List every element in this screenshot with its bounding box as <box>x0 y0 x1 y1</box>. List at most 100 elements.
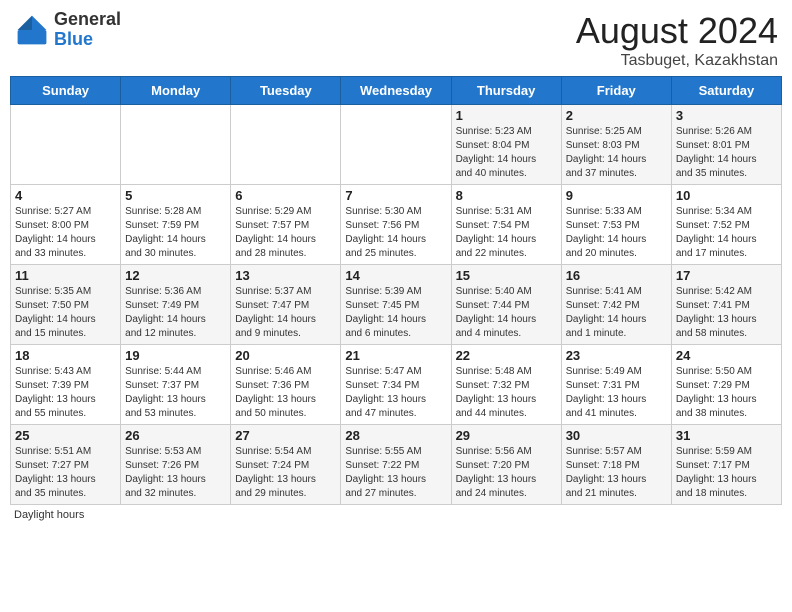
logo-blue-text: Blue <box>54 30 121 50</box>
logo-text: General Blue <box>54 10 121 50</box>
calendar-cell-w2-d4: 7Sunrise: 5:30 AMSunset: 7:56 PMDaylight… <box>341 185 451 265</box>
day-number: 14 <box>345 268 446 283</box>
day-info: Sunrise: 5:51 AMSunset: 7:27 PMDaylight:… <box>15 445 116 501</box>
calendar-cell-w4-d3: 20Sunrise: 5:46 AMSunset: 7:36 PMDayligh… <box>231 345 341 425</box>
calendar-cell-w3-d4: 14 Sunrise: 5:39 AMSunset: 7:45 PMDayligh… <box>341 265 451 345</box>
col-tuesday: Tuesday <box>231 77 341 105</box>
day-number: 4 <box>15 188 116 203</box>
day-info: Sunrise: 5:33 AMSunset: 7:53 PMDaylight:… <box>566 205 667 261</box>
day-info: Sunrise: 5:43 AMSunset: 7:39 PMDaylight:… <box>15 365 116 421</box>
day-number: 6 <box>235 188 336 203</box>
page-header: General Blue August 2024 Tasbuget, Kazak… <box>10 10 782 70</box>
day-number: 9 <box>566 188 667 203</box>
day-number: 12 <box>125 268 226 283</box>
day-number: 8 <box>456 188 557 203</box>
day-number: 29 <box>456 428 557 443</box>
day-number: 17 <box>676 268 777 283</box>
col-sunday: Sunday <box>11 77 121 105</box>
day-number: 24 <box>676 348 777 363</box>
calendar-week-1: 1Sunrise: 5:23 AMSunset: 8:04 PMDaylight… <box>11 105 782 185</box>
calendar-cell-w3-d2: 12 Sunrise: 5:36 AMSunset: 7:49 PMDayligh… <box>121 265 231 345</box>
day-number: 13 <box>235 268 336 283</box>
day-info: Sunrise: 5:39 AMSunset: 7:45 PMDaylight:… <box>345 285 446 341</box>
day-number: 23 <box>566 348 667 363</box>
day-info: Sunrise: 5:41 AMSunset: 7:42 PMDaylight:… <box>566 285 667 341</box>
daylight-label: Daylight hours <box>14 509 84 521</box>
day-info: Sunrise: 5:56 AMSunset: 7:20 PMDaylight:… <box>456 445 557 501</box>
day-info: Sunrise: 5:25 AMSunset: 8:03 PMDaylight:… <box>566 125 667 181</box>
calendar-cell-w3-d5: 15Sunrise: 5:40 AMSunset: 7:44 PMDayligh… <box>451 265 561 345</box>
calendar-cell-w3-d6: 16 Sunrise: 5:41 AMSunset: 7:42 PMDayligh… <box>561 265 671 345</box>
day-number: 10 <box>676 188 777 203</box>
day-info: Sunrise: 5:46 AMSunset: 7:36 PMDaylight:… <box>235 365 336 421</box>
day-info: Sunrise: 5:54 AMSunset: 7:24 PMDaylight:… <box>235 445 336 501</box>
calendar-cell-w5-d3: 27Sunrise: 5:54 AMSunset: 7:24 PMDayligh… <box>231 425 341 505</box>
col-saturday: Saturday <box>671 77 781 105</box>
calendar-cell-w5-d7: 31 Sunrise: 5:59 AMSunset: 7:17 PMDayligh… <box>671 425 781 505</box>
footer: Daylight hours <box>10 509 782 521</box>
day-info: Sunrise: 5:37 AMSunset: 7:47 PMDaylight:… <box>235 285 336 341</box>
calendar-cell-w1-d5: 1Sunrise: 5:23 AMSunset: 8:04 PMDaylight… <box>451 105 561 185</box>
day-number: 22 <box>456 348 557 363</box>
day-info: Sunrise: 5:28 AMSunset: 7:59 PMDaylight:… <box>125 205 226 261</box>
day-info: Sunrise: 5:47 AMSunset: 7:34 PMDaylight:… <box>345 365 446 421</box>
day-info: Sunrise: 5:55 AMSunset: 7:22 PMDaylight:… <box>345 445 446 501</box>
calendar-title: August 2024 <box>576 10 778 52</box>
day-number: 1 <box>456 108 557 123</box>
day-info: Sunrise: 5:48 AMSunset: 7:32 PMDaylight:… <box>456 365 557 421</box>
calendar-cell-w4-d2: 19Sunrise: 5:44 AMSunset: 7:37 PMDayligh… <box>121 345 231 425</box>
day-info: Sunrise: 5:35 AMSunset: 7:50 PMDaylight:… <box>15 285 116 341</box>
day-number: 16 <box>566 268 667 283</box>
day-info: Sunrise: 5:36 AMSunset: 7:49 PMDaylight:… <box>125 285 226 341</box>
day-number: 11 <box>15 268 116 283</box>
calendar-cell-w4-d4: 21Sunrise: 5:47 AMSunset: 7:34 PMDayligh… <box>341 345 451 425</box>
calendar-cell-w3-d7: 17Sunrise: 5:42 AMSunset: 7:41 PMDayligh… <box>671 265 781 345</box>
day-info: Sunrise: 5:59 AMSunset: 7:17 PMDaylight:… <box>676 445 777 501</box>
day-info: Sunrise: 5:49 AMSunset: 7:31 PMDaylight:… <box>566 365 667 421</box>
calendar-cell-w1-d1 <box>11 105 121 185</box>
logo: General Blue <box>14 10 121 50</box>
calendar-cell-w4-d6: 23 Sunrise: 5:49 AMSunset: 7:31 PMDayligh… <box>561 345 671 425</box>
calendar-week-4: 18Sunrise: 5:43 AMSunset: 7:39 PMDayligh… <box>11 345 782 425</box>
calendar-cell-w5-d1: 25 Sunrise: 5:51 AMSunset: 7:27 PMDayligh… <box>11 425 121 505</box>
calendar-cell-w1-d6: 2 Sunrise: 5:25 AMSunset: 8:03 PMDaylight… <box>561 105 671 185</box>
col-wednesday: Wednesday <box>341 77 451 105</box>
calendar-cell-w2-d5: 8 Sunrise: 5:31 AMSunset: 7:54 PMDaylight… <box>451 185 561 265</box>
calendar-week-3: 11 Sunrise: 5:35 AMSunset: 7:50 PMDayligh… <box>11 265 782 345</box>
calendar-cell-w5-d5: 29 Sunrise: 5:56 AMSunset: 7:20 PMDayligh… <box>451 425 561 505</box>
day-number: 19 <box>125 348 226 363</box>
day-info: Sunrise: 5:27 AMSunset: 8:00 PMDaylight:… <box>15 205 116 261</box>
calendar-cell-w2-d3: 6 Sunrise: 5:29 AMSunset: 7:57 PMDaylight… <box>231 185 341 265</box>
calendar-cell-w2-d2: 5 Sunrise: 5:28 AMSunset: 7:59 PMDaylight… <box>121 185 231 265</box>
calendar-cell-w1-d3 <box>231 105 341 185</box>
calendar-cell-w5-d6: 30 Sunrise: 5:57 AMSunset: 7:18 PMDayligh… <box>561 425 671 505</box>
day-info: Sunrise: 5:57 AMSunset: 7:18 PMDaylight:… <box>566 445 667 501</box>
calendar-cell-w5-d2: 26Sunrise: 5:53 AMSunset: 7:26 PMDayligh… <box>121 425 231 505</box>
day-info: Sunrise: 5:50 AMSunset: 7:29 PMDaylight:… <box>676 365 777 421</box>
calendar-cell-w2-d7: 10Sunrise: 5:34 AMSunset: 7:52 PMDayligh… <box>671 185 781 265</box>
day-number: 5 <box>125 188 226 203</box>
calendar-table: Sunday Monday Tuesday Wednesday Thursday… <box>10 76 782 505</box>
day-number: 2 <box>566 108 667 123</box>
calendar-cell-w1-d2 <box>121 105 231 185</box>
calendar-cell-w2-d6: 9 Sunrise: 5:33 AMSunset: 7:53 PMDaylight… <box>561 185 671 265</box>
calendar-week-2: 4 Sunrise: 5:27 AMSunset: 8:00 PMDaylight… <box>11 185 782 265</box>
calendar-cell-w4-d7: 24 Sunrise: 5:50 AMSunset: 7:29 PMDayligh… <box>671 345 781 425</box>
calendar-cell-w4-d5: 22 Sunrise: 5:48 AMSunset: 7:32 PMDayligh… <box>451 345 561 425</box>
calendar-cell-w2-d1: 4 Sunrise: 5:27 AMSunset: 8:00 PMDaylight… <box>11 185 121 265</box>
day-info: Sunrise: 5:31 AMSunset: 7:54 PMDaylight:… <box>456 205 557 261</box>
calendar-cell-w3-d1: 11 Sunrise: 5:35 AMSunset: 7:50 PMDayligh… <box>11 265 121 345</box>
day-number: 30 <box>566 428 667 443</box>
calendar-header-row: Sunday Monday Tuesday Wednesday Thursday… <box>11 77 782 105</box>
day-number: 28 <box>345 428 446 443</box>
logo-general-text: General <box>54 10 121 30</box>
day-number: 31 <box>676 428 777 443</box>
calendar-cell-w1-d7: 3Sunrise: 5:26 AMSunset: 8:01 PMDaylight… <box>671 105 781 185</box>
col-friday: Friday <box>561 77 671 105</box>
calendar-location: Tasbuget, Kazakhstan <box>576 52 778 70</box>
calendar-cell-w3-d3: 13 Sunrise: 5:37 AMSunset: 7:47 PMDayligh… <box>231 265 341 345</box>
title-block: August 2024 Tasbuget, Kazakhstan <box>576 10 778 70</box>
day-info: Sunrise: 5:30 AMSunset: 7:56 PMDaylight:… <box>345 205 446 261</box>
day-number: 25 <box>15 428 116 443</box>
day-info: Sunrise: 5:29 AMSunset: 7:57 PMDaylight:… <box>235 205 336 261</box>
